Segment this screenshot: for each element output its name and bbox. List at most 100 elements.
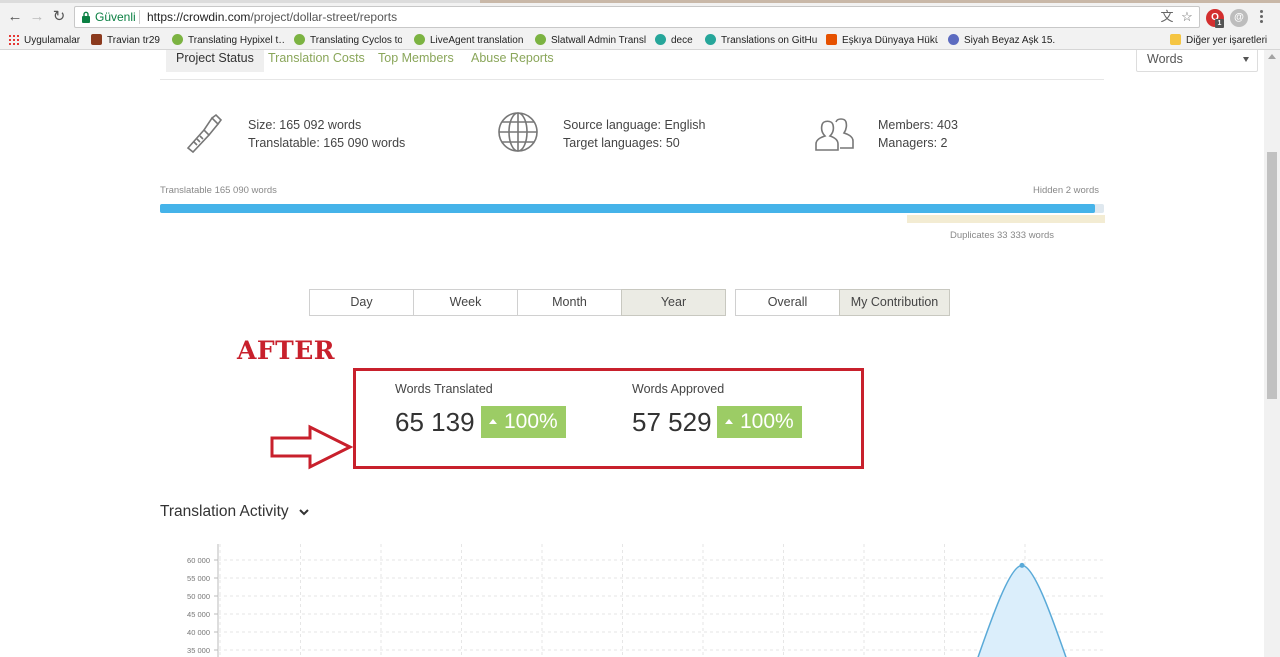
bookmark-label: dece xyxy=(671,35,693,46)
bookmark-label: Translations on GitHu… xyxy=(721,35,817,46)
page-scrollbar[interactable] xyxy=(1264,50,1280,657)
scope-my-contribution-button[interactable]: My Contribution xyxy=(839,289,950,316)
translations-icon xyxy=(705,34,716,45)
words-translated-label: Words Translated xyxy=(395,382,493,396)
tab-project-status[interactable]: Project Status xyxy=(166,50,264,72)
menu-icon[interactable] xyxy=(1258,9,1264,25)
size-text: Size: 165 092 words xyxy=(248,118,362,132)
bookmark-apps[interactable]: Uygulamalar xyxy=(8,33,86,48)
dece-icon xyxy=(655,34,666,45)
scroll-thumb[interactable] xyxy=(1267,152,1277,399)
bookmark-dece[interactable]: dece xyxy=(655,33,700,48)
y-tick-label: 60 000 xyxy=(187,556,210,565)
chevron-down-icon[interactable] xyxy=(299,507,309,517)
translation-activity-title[interactable]: Translation Activity xyxy=(160,503,289,521)
bookmark-slatwall[interactable]: Slatwall Admin Transl… xyxy=(535,33,647,48)
member-stats: Members: 403 Managers: 2 xyxy=(878,116,958,152)
bookmark-siyah-beyaz[interactable]: Siyah Beyaz Aşk 15. B… xyxy=(948,33,1058,48)
unit-select-value: Words xyxy=(1147,52,1183,66)
page-content: Project Status Translation Costs Top Mem… xyxy=(0,50,1264,657)
tv-icon xyxy=(826,34,837,45)
secure-label: Güvenli xyxy=(95,10,136,24)
target-languages-text: Target languages: 50 xyxy=(563,136,680,150)
bookmark-hypixel[interactable]: Translating Hypixel t… xyxy=(172,33,284,48)
crowdin-icon xyxy=(535,34,546,45)
tab-top-members[interactable]: Top Members xyxy=(378,50,454,72)
activity-area xyxy=(978,565,1066,657)
users-icon xyxy=(815,118,854,151)
words-approved-label: Words Approved xyxy=(632,382,725,396)
bookmark-label: Translating Hypixel t… xyxy=(188,35,284,46)
bookmark-eskiya[interactable]: Eşkıya Dünyaya Hükü… xyxy=(826,33,938,48)
bookmark-label: LiveAgent translation… xyxy=(430,35,524,46)
translatable-progress-label: Translatable 165 090 words xyxy=(160,185,277,196)
bookmark-liveagent[interactable]: LiveAgent translation… xyxy=(414,33,524,48)
lock-icon xyxy=(82,11,90,23)
bookmarks-bar: Uygulamalar Travian tr29 Translating Hyp… xyxy=(0,31,1280,50)
words-approved-change: 100% xyxy=(740,410,794,433)
period-year-button[interactable]: Year xyxy=(621,289,726,316)
bookmark-label: Siyah Beyaz Aşk 15. B… xyxy=(964,35,1058,46)
translation-progress-fill xyxy=(160,204,1095,213)
globe-icon xyxy=(498,112,538,152)
crowdin-icon xyxy=(172,34,183,45)
report-tabs: Project Status Translation Costs Top Mem… xyxy=(160,50,1258,80)
tab-abuse-reports[interactable]: Abuse Reports xyxy=(471,50,554,72)
right-arrow-icon xyxy=(270,424,354,470)
duplicates-label: Duplicates 33 333 words xyxy=(950,230,1055,241)
address-bar: ← → ↻ Güvenli https://crowdin.com/projec… xyxy=(0,3,1280,31)
bookmark-translations-github[interactable]: Translations on GitHu… xyxy=(705,33,817,48)
words-approved-value: 57 529 xyxy=(632,407,712,437)
bookmark-other[interactable]: Diğer yer işaretleri xyxy=(1170,33,1278,48)
y-tick-label: 35 000 xyxy=(187,646,210,655)
translate-icon[interactable]: 文 xyxy=(1159,9,1175,25)
url-text: https://crowdin.com/project/dollar-stree… xyxy=(147,7,397,27)
extension-badge: 1 xyxy=(1215,19,1224,28)
url-field[interactable]: Güvenli https://crowdin.com/project/doll… xyxy=(74,6,1200,28)
crowdin-icon xyxy=(414,34,425,45)
bookmark-travian[interactable]: Travian tr29 xyxy=(91,33,166,48)
duplicates-bar xyxy=(907,215,1105,223)
url-separator xyxy=(139,10,140,24)
y-tick-label: 55 000 xyxy=(187,574,210,583)
bookmark-label: Travian tr29 xyxy=(107,35,160,46)
forward-icon[interactable]: → xyxy=(28,8,46,26)
language-stats: Source language: English Target language… xyxy=(563,116,705,152)
account-icon[interactable]: @ xyxy=(1230,9,1248,27)
y-tick-label: 45 000 xyxy=(187,610,210,619)
hidden-progress-label: Hidden 2 words xyxy=(1033,185,1100,196)
period-month-button[interactable]: Month xyxy=(517,289,622,316)
translatable-text: Translatable: 165 090 words xyxy=(248,136,406,150)
y-tick-label: 50 000 xyxy=(187,592,210,601)
words-translated-change: 100% xyxy=(504,410,558,433)
url-path: /project/dollar-street/reports xyxy=(250,10,398,24)
travian-icon xyxy=(91,34,102,45)
folder-icon xyxy=(1170,34,1181,45)
period-day-button[interactable]: Day xyxy=(309,289,414,316)
translation-activity-chart: 60 000 55 000 50 000 45 000 40 000 35 000 xyxy=(187,544,1104,657)
translation-progress-bar xyxy=(160,204,1104,213)
managers-text: Managers: 2 xyxy=(878,136,948,150)
globe-icon xyxy=(948,34,959,45)
caret-down-icon xyxy=(1243,57,1249,62)
triangle-up-icon xyxy=(489,419,497,424)
reload-icon[interactable]: ↻ xyxy=(50,8,68,26)
url-host: https://crowdin.com xyxy=(147,10,251,24)
words-approved-change-badge: 100% xyxy=(717,406,802,438)
back-icon[interactable]: ← xyxy=(6,8,24,26)
bookmark-label: Eşkıya Dünyaya Hükü… xyxy=(842,35,938,46)
bookmark-cyclos[interactable]: Translating Cyclos to… xyxy=(294,33,402,48)
bookmark-label: Translating Cyclos to… xyxy=(310,35,402,46)
unit-select[interactable]: Words xyxy=(1136,50,1258,72)
y-tick-label: 40 000 xyxy=(187,628,210,637)
ruler-pencil-icon xyxy=(186,113,223,154)
size-stats: Size: 165 092 words Translatable: 165 09… xyxy=(248,116,405,152)
source-language-text: Source language: English xyxy=(563,118,706,132)
scroll-up-icon[interactable] xyxy=(1268,54,1276,59)
members-text: Members: 403 xyxy=(878,118,958,132)
period-week-button[interactable]: Week xyxy=(413,289,518,316)
star-icon[interactable]: ☆ xyxy=(1179,9,1195,25)
bookmark-label: Slatwall Admin Transl… xyxy=(551,35,647,46)
tab-translation-costs[interactable]: Translation Costs xyxy=(268,50,365,72)
scope-overall-button[interactable]: Overall xyxy=(735,289,840,316)
